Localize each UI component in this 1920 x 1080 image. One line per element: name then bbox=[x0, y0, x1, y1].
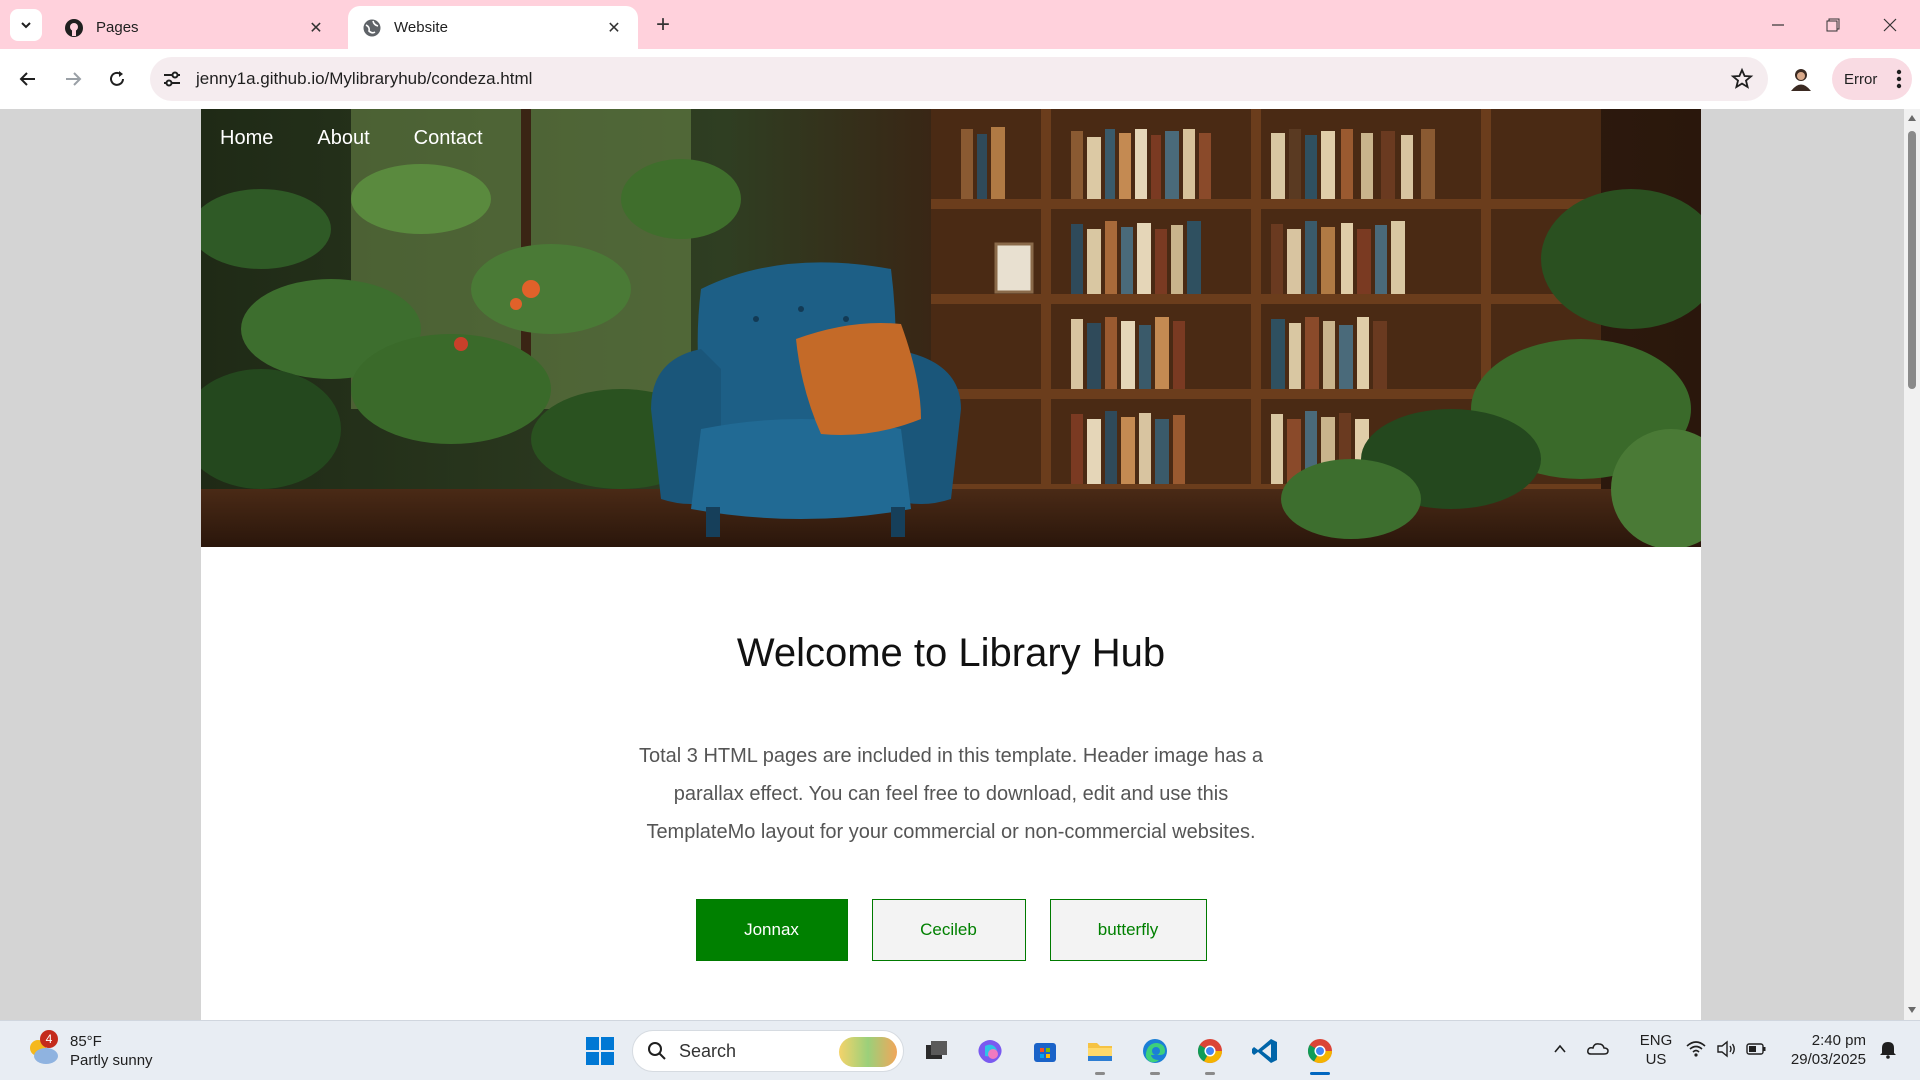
search-placeholder: Search bbox=[679, 1040, 737, 1061]
user-buttons: Jonnax Cecileb butterfly bbox=[201, 899, 1701, 961]
clock-time: 2:40 pm bbox=[1811, 1032, 1866, 1049]
minimize-button[interactable] bbox=[1758, 10, 1798, 40]
address-bar[interactable]: jenny1a.github.io/Mylibraryhub/condeza.h… bbox=[150, 57, 1768, 101]
page-title: Welcome to Library Hub bbox=[736, 631, 1166, 675]
page-viewport: Home About Contact Welcome to Library Hu… bbox=[0, 109, 1904, 1020]
browser-toolbar: jenny1a.github.io/Mylibraryhub/condeza.h… bbox=[0, 49, 1920, 109]
jonnax-button[interactable]: Jonnax bbox=[695, 899, 848, 961]
partly-sunny-icon: 4 bbox=[26, 1030, 60, 1068]
onedrive-icon[interactable] bbox=[1584, 1035, 1612, 1063]
chrome-icon[interactable] bbox=[1192, 1033, 1228, 1075]
site-nav: Home About Contact bbox=[220, 127, 527, 150]
butterfly-button[interactable]: butterfly bbox=[1049, 899, 1207, 961]
cecileb-button[interactable]: Cecileb bbox=[871, 899, 1026, 961]
page-scrollbar[interactable] bbox=[1904, 109, 1920, 1020]
chrome-profile-icon[interactable] bbox=[1302, 1033, 1338, 1075]
reload-button[interactable] bbox=[101, 63, 133, 95]
vscode-icon[interactable] bbox=[1247, 1033, 1283, 1069]
profile-avatar-icon[interactable] bbox=[1786, 64, 1816, 94]
language-indicator[interactable]: ENG US bbox=[1634, 1031, 1678, 1069]
scroll-up-icon bbox=[1908, 115, 1916, 121]
windows-taskbar: 4 85°F Partly sunny Search ENG US 2:40 p… bbox=[0, 1020, 1920, 1080]
scrollbar-thumb[interactable] bbox=[1908, 131, 1916, 389]
globe-icon bbox=[362, 18, 382, 38]
tab-strip: Pages ✕ Website ✕ + bbox=[0, 0, 1920, 49]
profile-error-button[interactable]: Error bbox=[1832, 58, 1912, 100]
volume-icon[interactable] bbox=[1712, 1035, 1740, 1063]
minimize-icon bbox=[1772, 24, 1784, 26]
weather-alert-badge: 4 bbox=[40, 1030, 58, 1048]
more-menu-icon[interactable] bbox=[1896, 69, 1902, 93]
site-info-icon[interactable] bbox=[162, 69, 182, 89]
back-button[interactable] bbox=[12, 63, 44, 95]
task-view-icon[interactable] bbox=[918, 1033, 954, 1069]
page-description: Total 3 HTML pages are included in this … bbox=[638, 745, 1264, 843]
nav-link-contact[interactable]: Contact bbox=[414, 127, 483, 150]
reload-icon bbox=[110, 71, 124, 86]
show-hidden-icons-button[interactable] bbox=[1546, 1035, 1574, 1063]
start-button[interactable] bbox=[584, 1035, 616, 1067]
close-window-button[interactable] bbox=[1870, 10, 1910, 40]
search-icon bbox=[647, 1041, 667, 1061]
restore-icon bbox=[1826, 18, 1840, 32]
chevron-down-icon bbox=[21, 22, 31, 29]
tab-pages[interactable]: Pages ✕ bbox=[50, 6, 340, 49]
bookmark-star-icon[interactable] bbox=[1730, 67, 1754, 91]
file-explorer-icon[interactable] bbox=[1082, 1033, 1118, 1075]
library-hub-page: Home About Contact Welcome to Library Hu… bbox=[201, 109, 1701, 1020]
chevron-up-icon bbox=[1554, 1044, 1566, 1053]
search-highlight-icon bbox=[839, 1037, 897, 1067]
reading-nook-illustration bbox=[201, 109, 1701, 547]
copilot-icon[interactable] bbox=[972, 1033, 1008, 1069]
edge-icon[interactable] bbox=[1137, 1033, 1173, 1075]
battery-icon[interactable] bbox=[1742, 1035, 1770, 1063]
tab-website[interactable]: Website ✕ bbox=[348, 6, 638, 49]
arrow-right-icon bbox=[66, 72, 82, 86]
github-icon bbox=[64, 18, 84, 38]
hero-image: Home About Contact bbox=[201, 109, 1701, 547]
system-clock[interactable]: 2:40 pm 29/03/2025 bbox=[1782, 1031, 1866, 1069]
close-icon bbox=[1883, 18, 1897, 32]
windows-logo-icon bbox=[586, 1037, 614, 1065]
tab-search-button[interactable] bbox=[10, 9, 42, 41]
url-text[interactable]: jenny1a.github.io/Mylibraryhub/condeza.h… bbox=[196, 69, 532, 89]
wifi-icon[interactable] bbox=[1682, 1035, 1710, 1063]
taskbar-search[interactable]: Search bbox=[632, 1030, 904, 1072]
weather-condition: Partly sunny bbox=[70, 1052, 153, 1069]
close-icon[interactable]: ✕ bbox=[306, 18, 326, 38]
weather-temp: 85°F bbox=[70, 1033, 102, 1050]
nav-link-home[interactable]: Home bbox=[220, 127, 273, 150]
error-label: Error bbox=[1844, 70, 1878, 88]
new-tab-button[interactable]: + bbox=[650, 11, 676, 38]
arrow-left-icon bbox=[19, 72, 35, 86]
restore-button[interactable] bbox=[1813, 10, 1853, 40]
forward-button[interactable] bbox=[57, 63, 89, 95]
close-icon[interactable]: ✕ bbox=[604, 18, 624, 38]
tab-title: Pages bbox=[96, 19, 139, 36]
clock-date: 29/03/2025 bbox=[1790, 1051, 1866, 1068]
notification-bell-icon[interactable] bbox=[1874, 1035, 1902, 1063]
weather-widget[interactable]: 4 85°F Partly sunny bbox=[26, 1029, 153, 1073]
tab-title: Website bbox=[394, 19, 448, 36]
microsoft-store-icon[interactable] bbox=[1027, 1033, 1063, 1069]
scroll-down-icon bbox=[1908, 1007, 1916, 1013]
nav-link-about[interactable]: About bbox=[317, 127, 369, 150]
